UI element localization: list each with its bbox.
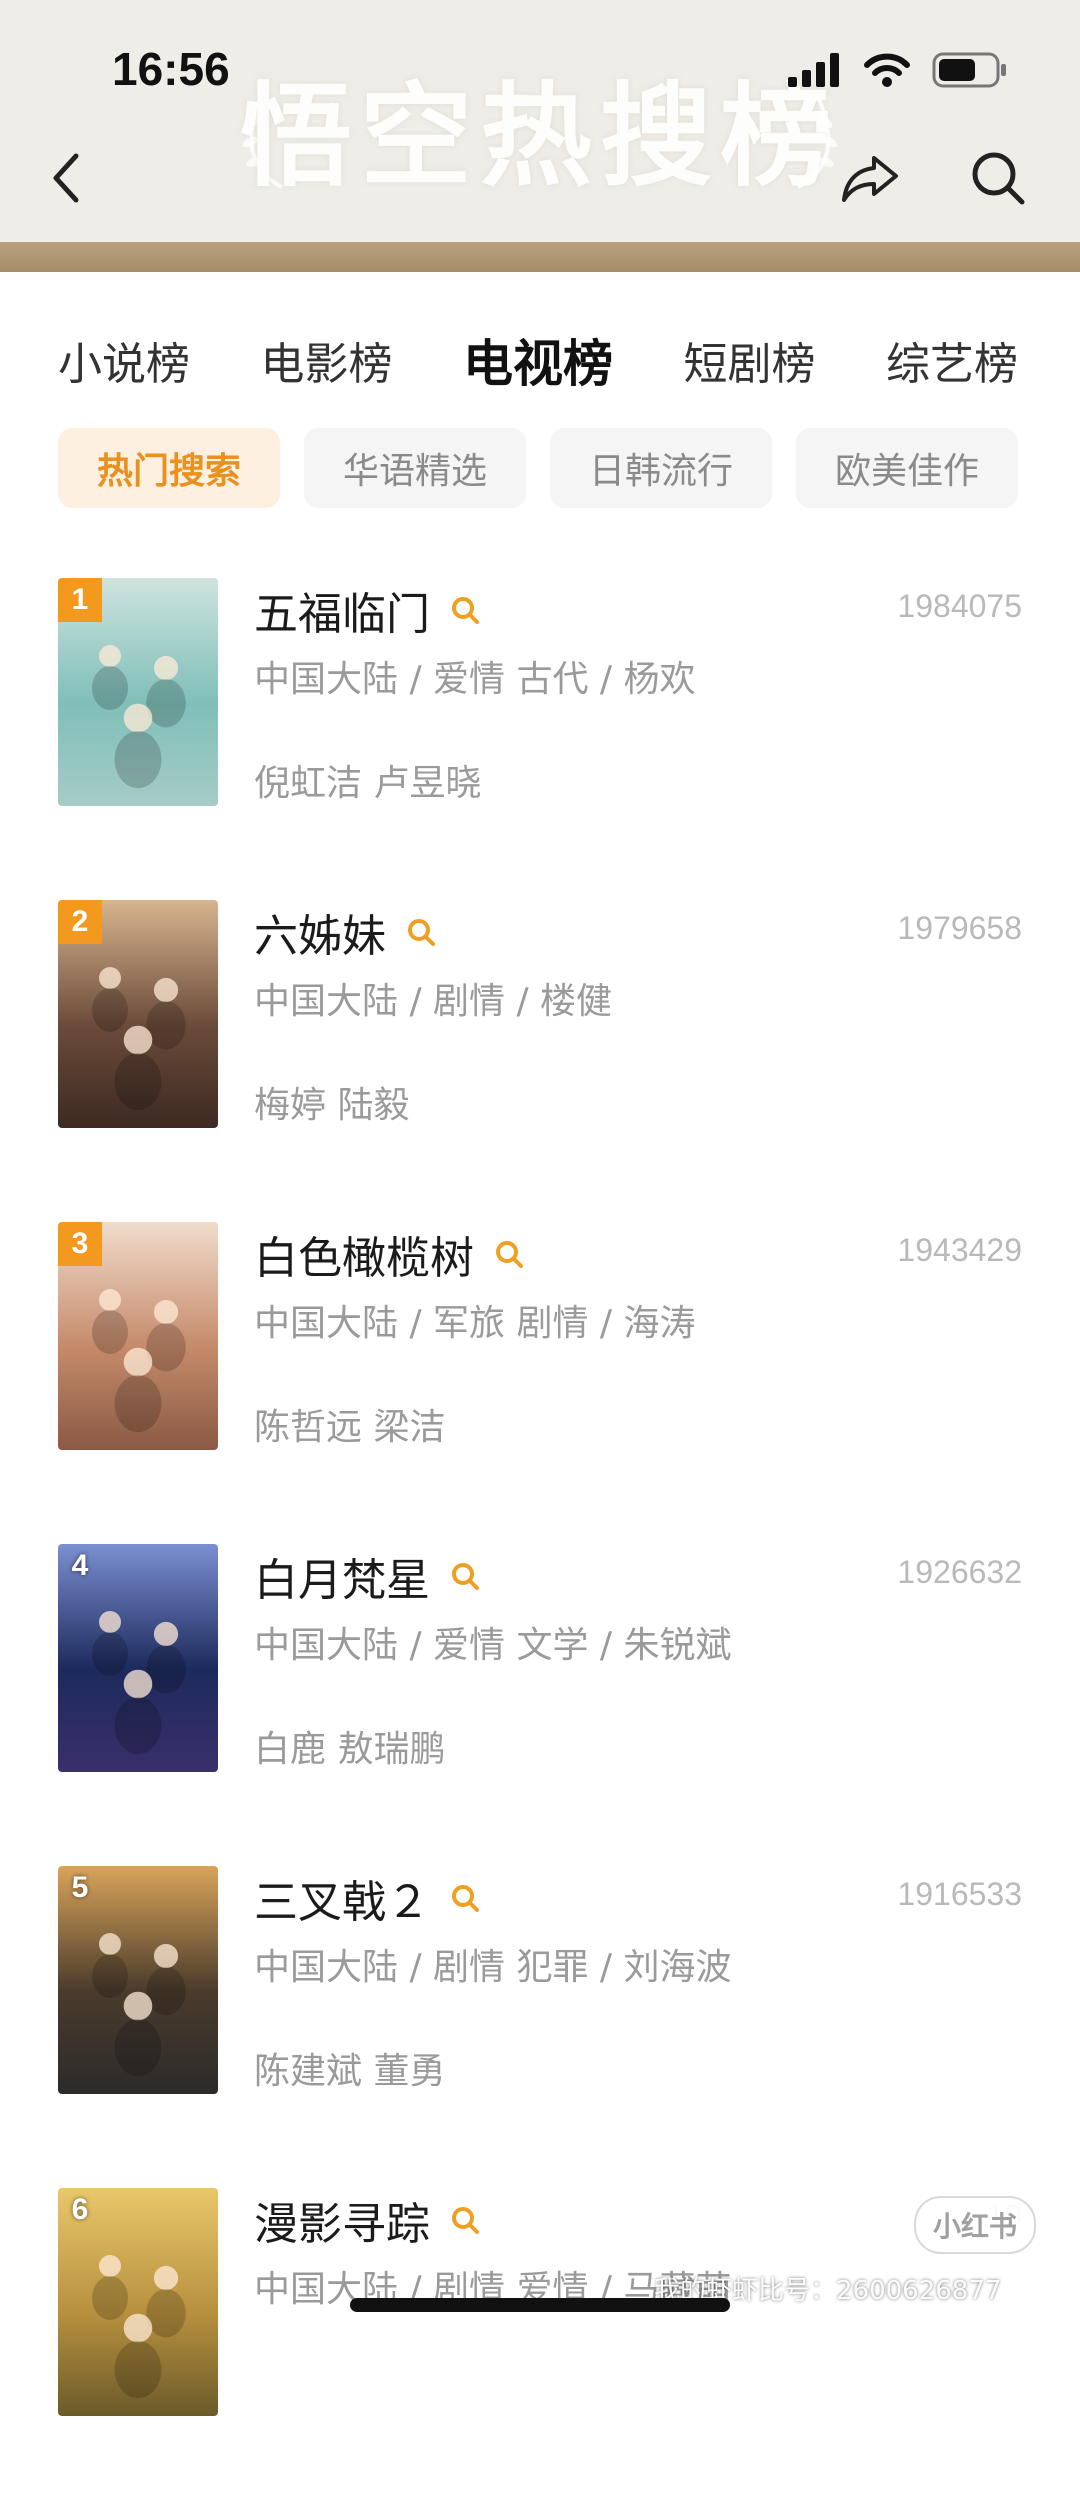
search-score: 1979658 xyxy=(897,910,1022,946)
title-row: 白月梵星 xyxy=(254,1544,482,1608)
title-row: 漫影寻踪 xyxy=(254,2188,482,2252)
back-button[interactable] xyxy=(36,148,96,208)
search-icon[interactable] xyxy=(448,1881,482,1915)
list-item[interactable]: 3 白色橄榄树 1943429 中国大陆 / 军旅 剧情 / 海涛 陈哲远 梁洁 xyxy=(0,1222,1080,1544)
list-item[interactable]: 1 五福临门 1984075 中国大陆 / 爱情 古代 / 杨欢 倪虹洁 卢昱晓 xyxy=(0,578,1080,900)
share-button[interactable] xyxy=(840,148,900,208)
cellular-signal-icon xyxy=(788,53,839,87)
search-icon[interactable] xyxy=(448,1559,482,1593)
watermark-badge: 小红书 xyxy=(914,2196,1036,2254)
item-meta: 中国大陆 / 爱情 文学 / 朱锐斌 xyxy=(254,1625,732,1666)
title-row: 五福临门 xyxy=(254,578,482,642)
chip-jp-kr[interactable]: 日韩流行 xyxy=(550,428,772,508)
status-icons xyxy=(788,50,1008,90)
item-actors: 梅婷 陆毅 xyxy=(254,1085,410,1126)
filter-chips: 热门搜索 华语精选 日韩流行 欧美佳作 xyxy=(58,428,1018,508)
list-item[interactable]: 5 三叉戟２ 1916533 中国大陆 / 剧情 犯罪 / 刘海波 陈建斌 董勇 xyxy=(0,1866,1080,2188)
list-item[interactable]: 4 白月梵星 1926632 中国大陆 / 爱情 文学 / 朱锐斌 白鹿 敖瑞鹏 xyxy=(0,1544,1080,1866)
tab-movie[interactable]: 电影榜 xyxy=(261,328,393,392)
search-icon[interactable] xyxy=(492,1237,526,1271)
item-title[interactable]: 六姊妹 xyxy=(254,900,386,964)
rank-badge: 4 xyxy=(71,1549,89,1582)
search-score: 1943429 xyxy=(897,1232,1022,1268)
item-meta: 中国大陆 / 军旅 剧情 / 海涛 xyxy=(254,1303,696,1344)
category-tabs: 小说榜 电影榜 电视榜 短剧榜 综艺榜 xyxy=(58,320,1018,400)
poster-image[interactable]: 1 xyxy=(58,578,218,806)
search-score: 1926632 xyxy=(897,1554,1022,1590)
item-meta: 中国大陆 / 剧情 / 楼健 xyxy=(254,981,613,1022)
status-time: 16:56 xyxy=(112,43,230,95)
item-meta: 中国大陆 / 爱情 古代 / 杨欢 xyxy=(254,659,696,700)
home-indicator[interactable] xyxy=(350,2298,730,2312)
search-icon xyxy=(972,152,1025,205)
item-title[interactable]: 白色橄榄树 xyxy=(254,1222,474,1286)
chip-western[interactable]: 欧美佳作 xyxy=(796,428,1018,508)
tab-short-drama[interactable]: 短剧榜 xyxy=(684,328,816,392)
item-title[interactable]: 白月梵星 xyxy=(254,1544,430,1608)
chevron-left-icon xyxy=(53,153,79,203)
search-icon[interactable] xyxy=(448,2203,482,2237)
search-score: 1916533 xyxy=(897,1876,1022,1912)
rank-badge: 3 xyxy=(58,1222,102,1266)
poster-image[interactable]: 5 xyxy=(58,1866,218,2094)
search-icon[interactable] xyxy=(404,915,438,949)
search-button[interactable] xyxy=(968,148,1028,208)
rank-badge: 6 xyxy=(71,2193,89,2226)
item-title[interactable]: 漫影寻踪 xyxy=(254,2188,430,2252)
list-item[interactable]: 2 六姊妹 1979658 中国大陆 / 剧情 / 楼健 梅婷 陆毅 xyxy=(0,900,1080,1222)
wifi-icon xyxy=(864,53,910,87)
chip-hot-search[interactable]: 热门搜索 xyxy=(58,428,280,508)
rank-badge: 2 xyxy=(58,900,102,944)
tab-variety[interactable]: 综艺榜 xyxy=(886,328,1018,392)
tab-tv[interactable]: 电视榜 xyxy=(463,324,613,396)
poster-image[interactable]: 3 xyxy=(58,1222,218,1450)
poster-image[interactable]: 2 xyxy=(58,900,218,1128)
poster-image[interactable]: 4 xyxy=(58,1544,218,1772)
title-row: 三叉戟２ xyxy=(254,1866,482,1930)
item-actors: 白鹿 敖瑞鹏 xyxy=(254,1729,446,1770)
header-gold-band xyxy=(0,242,1080,272)
item-actors: 陈建斌 董勇 xyxy=(254,2051,446,2092)
item-title[interactable]: 三叉戟２ xyxy=(254,1866,430,1930)
rank-badge: 1 xyxy=(58,578,102,622)
rank-badge: 5 xyxy=(71,1871,89,1904)
poster-image[interactable]: 6 xyxy=(58,2188,218,2416)
item-title[interactable]: 五福临门 xyxy=(254,578,430,642)
header: 悟空热搜榜 16:56 xyxy=(0,0,1080,242)
item-actors: 陈哲远 梁洁 xyxy=(254,1407,446,1448)
title-row: 白色橄榄树 xyxy=(254,1222,526,1286)
tab-novel[interactable]: 小说榜 xyxy=(58,328,190,392)
share-icon xyxy=(842,156,898,202)
battery-icon xyxy=(932,52,1006,88)
item-meta: 中国大陆 / 剧情 犯罪 / 刘海波 xyxy=(254,1947,732,1988)
laurel-right-icon xyxy=(797,96,838,189)
item-actors: 倪虹洁 卢昱晓 xyxy=(254,763,482,804)
search-score: 1984075 xyxy=(897,588,1022,624)
search-icon[interactable] xyxy=(448,593,482,627)
chip-chinese[interactable]: 华语精选 xyxy=(304,428,526,508)
title-row: 六姊妹 xyxy=(254,900,438,964)
